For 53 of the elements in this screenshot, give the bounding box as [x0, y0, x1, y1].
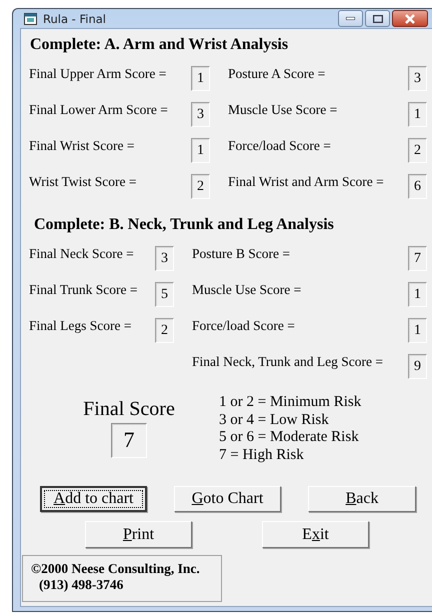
score-field: 3 [155, 246, 174, 271]
score-field: 2 [408, 138, 427, 163]
score-label: Final Upper Arm Score = [29, 66, 168, 82]
risk-legend-line: 5 or 6 = Moderate Risk [219, 429, 360, 446]
score-label: Final Neck Score = [29, 246, 135, 262]
action-button[interactable]: Goto Chart [174, 486, 281, 512]
section-heading: Complete: A. Arm and Wrist Analysis [29, 35, 290, 54]
risk-legend-line: 3 or 4 = Low Risk [219, 412, 330, 429]
action-button[interactable]: Print [85, 521, 192, 548]
close-button[interactable] [392, 10, 428, 27]
score-field: 1 [191, 138, 210, 163]
score-label: Muscle Use Score = [191, 282, 302, 298]
score-field: 1 [191, 66, 210, 91]
score-field: 3 [191, 102, 210, 127]
score-label: Posture B Score = [191, 246, 291, 262]
score-label: Muscle Use Score = [227, 102, 338, 118]
score-field: 1 [408, 102, 427, 127]
score-field: 5 [155, 282, 174, 307]
score-label: Final Legs Score = [29, 318, 132, 334]
action-button[interactable]: Add to chart [40, 486, 147, 512]
minimize-icon [346, 17, 355, 20]
risk-legend-line: 7 = High Risk [219, 446, 305, 464]
score-label: Posture A Score = [227, 66, 326, 82]
score-label: Final Neck, Trunk and Leg Score = [191, 354, 384, 370]
score-label: Final Wrist Score = [29, 138, 136, 154]
risk-legend-line: 1 or 2 = Minimum Risk [219, 394, 362, 412]
score-label: Force/load Score = [191, 318, 296, 334]
score-field: 9 [408, 354, 427, 379]
close-icon [404, 14, 416, 24]
copyright-text: ©2000 Neese Consulting, Inc. [31, 561, 201, 577]
score-label: Wrist Twist Score = [29, 174, 138, 190]
score-field: 7 [408, 246, 427, 271]
maximize-button[interactable] [365, 10, 390, 27]
score-field: 1 [408, 318, 427, 343]
score-field: 3 [408, 66, 427, 91]
window-title: Rula - Final [43, 12, 106, 26]
maximize-icon [372, 14, 382, 22]
minimize-button[interactable] [338, 10, 363, 27]
action-button[interactable]: Back [308, 486, 416, 512]
score-field: 6 [408, 174, 427, 199]
score-field: 1 [408, 282, 427, 307]
score-label: Final Wrist and Arm Score = [227, 174, 385, 190]
section-heading: Complete: B. Neck, Trunk and Leg Analysis [33, 215, 335, 234]
score-label: Force/load Score = [227, 138, 332, 154]
score-field: 2 [155, 318, 174, 343]
score-label: Final Lower Arm Score = [29, 102, 169, 118]
score-field: 2 [191, 174, 210, 199]
score-label: Final Trunk Score = [29, 282, 139, 298]
final-score-label: Final Score [82, 398, 175, 421]
final-score-field: 7 [111, 423, 147, 458]
window-icon [24, 12, 37, 24]
action-button[interactable]: Exit [262, 521, 369, 548]
copyright-text: (913) 498-3746 [38, 577, 124, 593]
